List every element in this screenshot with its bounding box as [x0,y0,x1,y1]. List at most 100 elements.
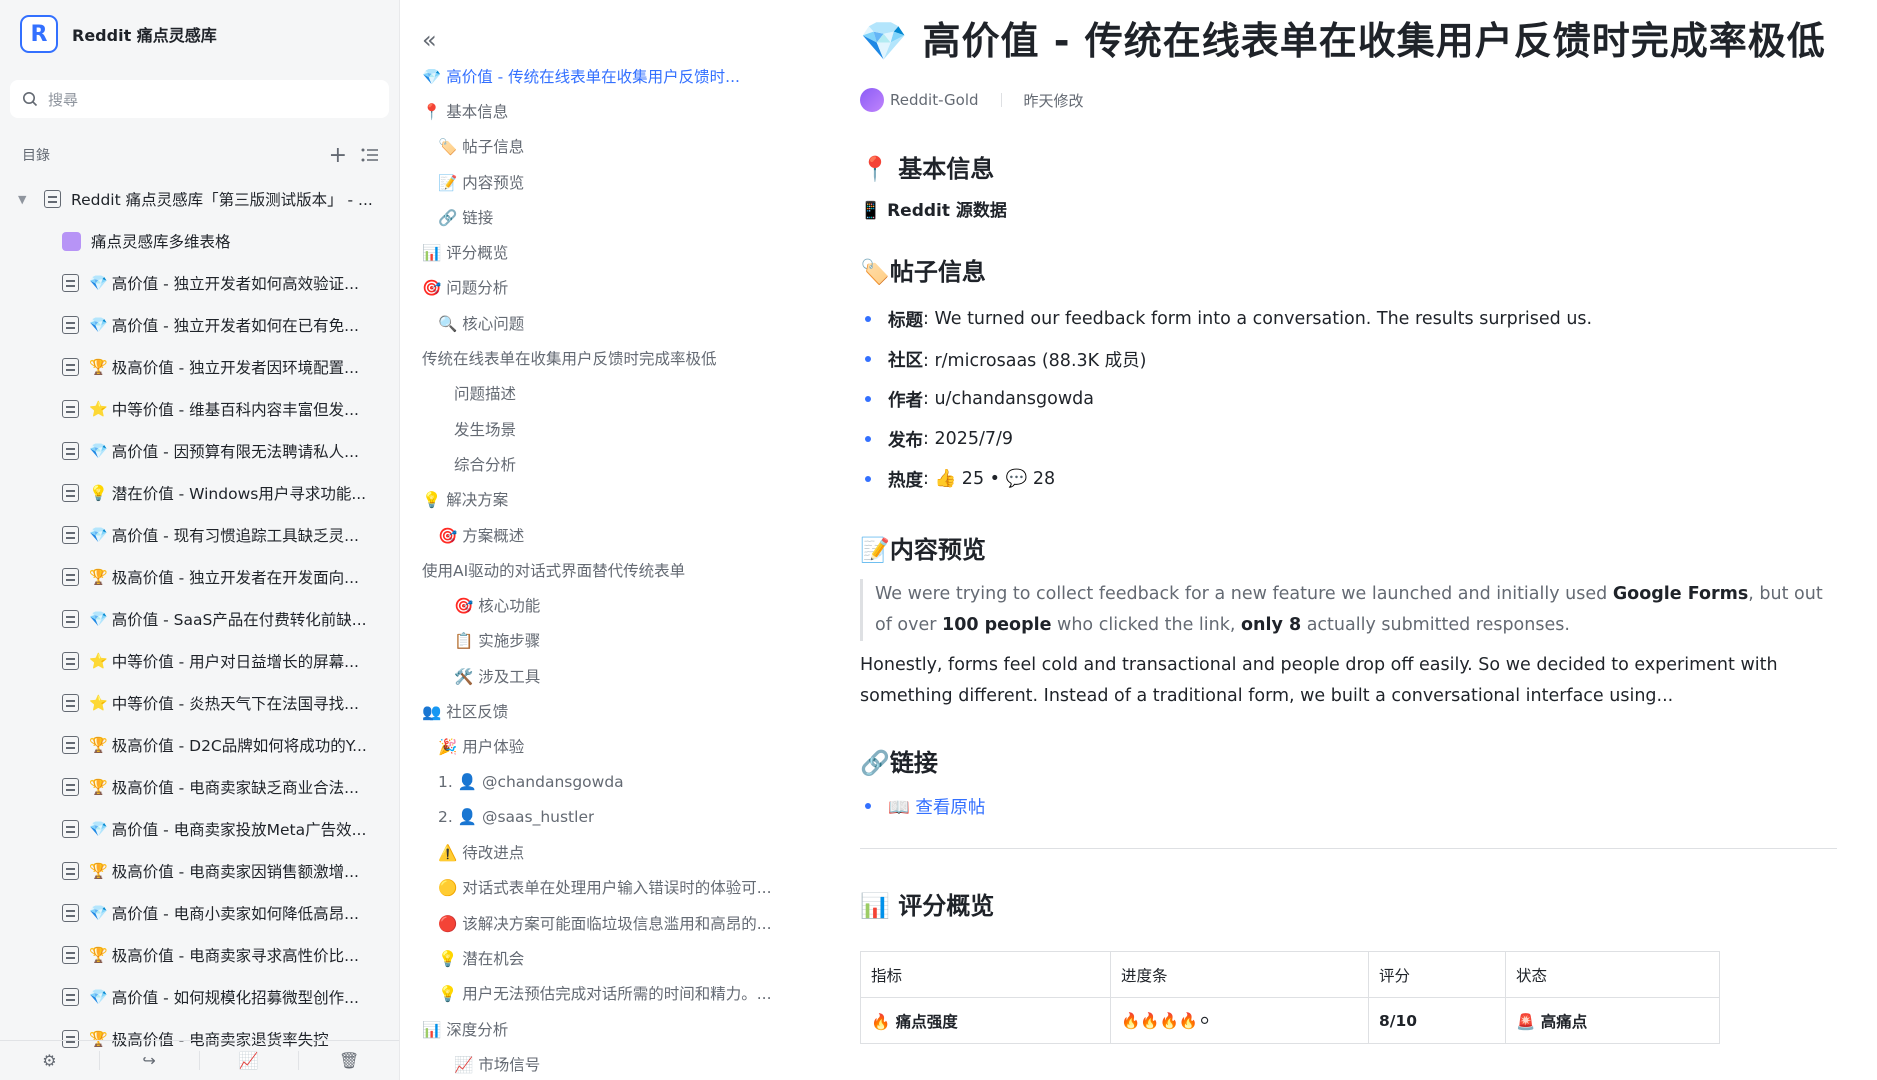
outline-item[interactable]: 💡 用户无法预估完成对话所需的时间和精力。... [422,976,846,1011]
outline-item[interactable]: 发生场景 [422,411,846,446]
sidebar-item[interactable]: 💎 高价值 - 因预算有限无法聘请私人... [0,430,399,472]
outline-item[interactable]: 🎯 问题分析 [422,270,846,305]
sidebar-item[interactable]: 💎 高价值 - 独立开发者如何高效验证... [0,262,399,304]
sidebar-item[interactable]: 💎 高价值 - SaaS产品在付费转化前缺... [0,598,399,640]
outline-item[interactable]: 🟡 对话式表单在处理用户输入错误时的体验可... [422,870,846,905]
outline-item[interactable]: 🔗 链接 [422,199,846,234]
outline-item[interactable]: 💡 解决方案 [422,482,846,517]
outline-item[interactable]: ⚠️ 待改进点 [422,835,846,870]
sidebar-item-label: 高价值 - 现有习惯追踪工具缺乏灵... [111,527,359,545]
outline-item[interactable]: 🎉 用户体验 [422,729,846,764]
sidebar-item[interactable]: 💡 潜在价值 - Windows用户寻求功能... [0,472,399,514]
sidebar-item[interactable]: 💎 高价值 - 电商小卖家如何降低高昂... [0,892,399,934]
body-paragraph: Honestly, forms feel cold and transactio… [860,655,1778,706]
outline-item[interactable]: 2. 👤 @saas_hustler [422,799,846,834]
outline-item[interactable]: 💎 高价值 - 传统在线表单在收集用户反馈时... [422,58,846,93]
sidebar-item[interactable]: 🏆 极高价值 - 独立开发者在开发面向... [0,556,399,598]
outline-item[interactable]: 📈 市场信号 [422,1046,846,1080]
sidebar-footer: ⚙ ↪ 📈 🗑 [0,1040,399,1080]
sidebar-item[interactable]: 🏆 极高价值 - 电商卖家缺乏商业合法... [0,766,399,808]
list-settings-icon[interactable] [361,147,379,163]
sidebar-item[interactable]: 🏆 极高价值 - 电商卖家因销售额激增... [0,850,399,892]
outline-item-label: 🟡 对话式表单在处理用户输入错误时的体验可... [438,879,772,898]
sidebar-item-label: 高价值 - 独立开发者如何高效验证... [111,275,359,293]
sidebar-item[interactable]: ⭐ 中等价值 - 炎热天气下在法国寻找... [0,682,399,724]
list-item: 标题: We turned our feedback form into a c… [860,299,1837,339]
outline-item[interactable]: 🛠️ 涉及工具 [422,658,846,693]
outline-item[interactable]: 传统在线表单在收集用户反馈时完成率极低 [422,340,846,375]
heading-score-overview: 📊 评分概览 [860,891,995,920]
search-input[interactable]: 搜尋 [10,80,389,118]
outline-item[interactable]: 👥 社区反馈 [422,693,846,728]
outline-item-label: 💡 潜在机会 [438,950,525,969]
outline-item[interactable]: 使用AI驱动的对话式界面替代传统表单 [422,552,846,587]
document-icon [62,652,79,670]
toc-label: 目錄 [22,148,50,164]
view-original-link[interactable]: 📖 查看原帖 [860,788,1837,824]
outline-item[interactable]: 🎯 方案概述 [422,517,846,552]
sidebar-item[interactable]: 💎 高价值 - 如何规模化招募微型创作... [0,976,399,1018]
sidebar-item-label: 极高价值 - D2C品牌如何将成功的Y... [111,737,367,755]
outline-item[interactable]: 📊 评分概览 [422,234,846,269]
score-table: 指标 进度条 评分 状态 🔥 痛点强度 🔥🔥🔥🔥⚪ 8/10 🚨 高痛点 [860,951,1720,1044]
sidebar-item[interactable]: 💎 高价值 - 独立开发者如何在已有免... [0,304,399,346]
outline-item[interactable]: 🔍 核心问题 [422,305,846,340]
value-emoji-icon: 💎 [89,526,108,544]
value-emoji-icon: 🏆 [89,568,108,586]
sidebar-item-label: 中等价值 - 维基百科内容丰富但发... [111,401,359,419]
outline-item[interactable]: 🏷️ 帖子信息 [422,129,846,164]
sidebar-item[interactable]: 💎 高价值 - 电商卖家投放Meta广告效... [0,808,399,850]
chart-icon[interactable]: 📈 [200,1051,300,1070]
document-icon [62,526,79,544]
outline-item[interactable]: 🔴 该解决方案可能面临垃圾信息滥用和高昂的... [422,905,846,940]
bitable-icon [62,231,81,251]
collapse-outline-icon[interactable]: « [422,26,846,56]
list-item: 作者: u/chandansgowda [860,379,1837,419]
trash-icon[interactable]: 🗑 [299,1051,399,1070]
table-header-cell: 指标 [860,951,1111,998]
table-header-cell: 进度条 [1109,951,1370,998]
sidebar-item[interactable]: 🏆 极高价值 - D2C品牌如何将成功的Y... [0,724,399,766]
avatar[interactable] [860,88,884,112]
outline-item[interactable]: 📍 基本信息 [422,93,846,128]
document-icon [62,358,79,376]
outline-item-label: 🎯 核心功能 [454,597,541,616]
document-icon [62,946,79,964]
doc-meta: Reddit-Gold 昨天修改 [860,88,1837,112]
add-icon[interactable]: + [329,143,347,168]
outline-item-label: 传统在线表单在收集用户反馈时完成率极低 [422,350,717,369]
outline-item-label: 📝 内容预览 [438,173,525,192]
gear-icon[interactable]: ⚙ [0,1051,100,1070]
sidebar-item[interactable]: 🏆 极高价值 - 电商卖家寻求高性价比... [0,934,399,976]
table-cell: 🔥 痛点强度 [860,997,1111,1044]
sidebar-item[interactable]: ⭐ 中等价值 - 用户对日益增长的屏幕... [0,640,399,682]
outline-item[interactable]: 综合分析 [422,446,846,481]
outline-item[interactable]: 🎯 核心功能 [422,587,846,622]
share-icon[interactable]: ↪ [100,1051,200,1070]
outline-item-label: 📍 基本信息 [422,102,509,121]
outline-item[interactable]: 1. 👤 @chandansgowda [422,764,846,799]
sidebar-item-label: 高价值 - 电商小卖家如何降低高昂... [111,905,359,923]
document-icon [62,400,79,418]
outline-item[interactable]: 💡 潜在机会 [422,940,846,975]
outline-item[interactable]: 📊 深度分析 [422,1011,846,1046]
outline-item[interactable]: 📋 实施步骤 [422,623,846,658]
app-title: Reddit 痛点灵感库 [72,26,217,45]
post-info-list: 标题: We turned our feedback form into a c… [860,299,1837,499]
heading-links: 🔗链接 [860,748,938,777]
sidebar-item[interactable]: 💎 高价值 - 现有习惯追踪工具缺乏灵... [0,514,399,556]
caret-down-icon[interactable]: ▼ [18,193,32,206]
sidebar-item[interactable]: ⭐ 中等价值 - 维基百科内容丰富但发... [0,388,399,430]
outline-item-label: 🔗 链接 [438,208,494,227]
sidebar-item[interactable]: 痛点灵感库多维表格 [0,220,399,262]
sidebar-item[interactable]: 🏆 极高价值 - 独立开发者因环境配置... [0,346,399,388]
outline-item[interactable]: 问题描述 [422,376,846,411]
outline-item-label: 问题描述 [454,385,517,404]
tree-root-item[interactable]: ▼ Reddit 痛点灵感库「第三版测试版本」 - ... [0,178,399,220]
document-icon [44,190,61,208]
author-name[interactable]: Reddit-Gold [890,91,979,109]
outline-item[interactable]: 📝 内容预览 [422,164,846,199]
outline-item-label: 📋 实施步骤 [454,632,541,651]
source-label: 📱 Reddit 源数据 [860,201,1007,221]
list-item: 发布: 2025/7/9 [860,419,1837,459]
